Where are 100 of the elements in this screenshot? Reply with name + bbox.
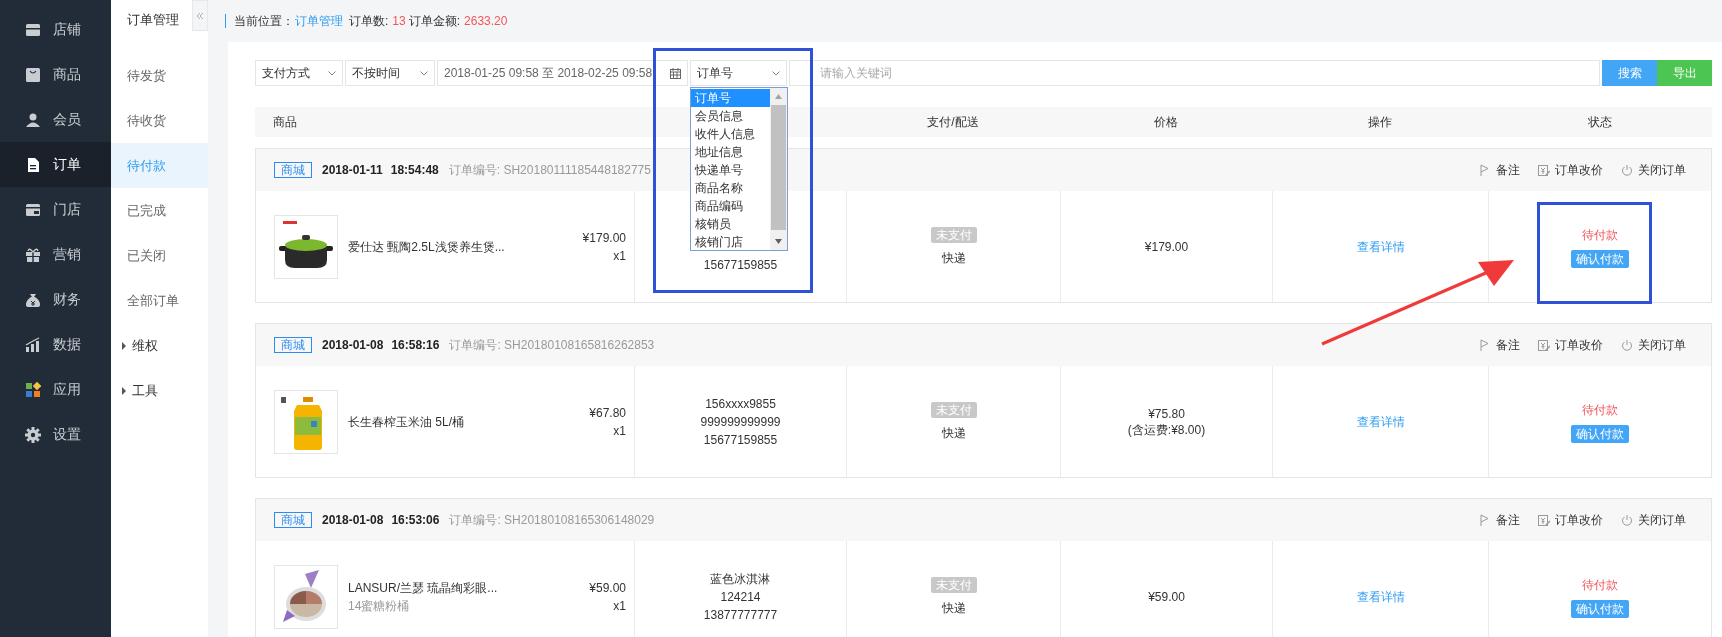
delivery-method: 快递 <box>941 424 966 442</box>
bag-icon <box>25 66 41 83</box>
stat-value: 2633.20 <box>464 13 508 30</box>
order-date: 2018-01-11 <box>322 162 383 179</box>
nav-item[interactable]: 会员 <box>0 97 111 142</box>
nav-item[interactable]: 商品 <box>0 52 111 97</box>
buyer-info: 999999999999 <box>700 413 781 431</box>
order-action[interactable]: 关闭订单 <box>1621 161 1686 179</box>
order-number: 订单编号: SH20180108165306148029 <box>449 512 655 529</box>
sidebar-group[interactable]: 工具 <box>111 368 208 413</box>
column-header: 操作 <box>1367 114 1393 131</box>
order-number: 订单编号: SH20180108165816262853 <box>449 337 655 354</box>
settings-icon <box>25 426 41 443</box>
stat-label: 订单数: <box>349 13 389 30</box>
sidebar-item[interactable]: 待收货 <box>111 98 208 143</box>
order-date: 2018-01-08 <box>322 337 384 354</box>
buyer-info: 15677159855 <box>703 431 778 449</box>
sidebar-item[interactable]: 已完成 <box>111 188 208 233</box>
nav-item[interactable]: 应用 <box>0 367 111 412</box>
quantity: x1 <box>613 597 626 615</box>
user-icon <box>25 111 41 128</box>
collapse-button[interactable] <box>192 0 208 31</box>
order-action[interactable]: 关闭订单 <box>1621 511 1686 529</box>
nav-item[interactable]: 店铺 <box>0 7 111 52</box>
buyer-info: 13877777777 <box>703 606 778 624</box>
price-edit-icon <box>1538 164 1550 176</box>
dropdown-option[interactable]: 快递单号 <box>691 161 770 179</box>
gift-icon <box>25 246 41 263</box>
order-action[interactable]: 关闭订单 <box>1621 336 1686 354</box>
power-icon <box>1621 164 1633 176</box>
sidebar-item[interactable]: 全部订单 <box>111 278 208 323</box>
quantity: x1 <box>613 247 626 265</box>
buyer-info: 124214 <box>720 588 761 606</box>
order-action[interactable]: 备注 <box>1479 161 1520 179</box>
sidebar-group[interactable]: 维权 <box>111 323 208 368</box>
dropdown-option[interactable]: 会员信息 <box>691 107 770 125</box>
flag-icon <box>1479 514 1491 526</box>
unit-price: ¥179.00 <box>582 229 626 247</box>
sidebar-item[interactable]: 待发货 <box>111 53 208 98</box>
buyer-info: 15677159855 <box>703 256 778 274</box>
caret-icon <box>121 386 127 395</box>
order-status: 待付款 <box>1582 401 1618 419</box>
chevron-down-icon <box>328 70 336 76</box>
column-header: 状态 <box>1587 114 1613 131</box>
app-grid-icon <box>25 381 41 398</box>
storefront-icon <box>25 201 41 218</box>
chevron-down-icon <box>420 70 428 76</box>
nav-item[interactable]: 营销 <box>0 232 111 277</box>
nav-item[interactable]: 门店 <box>0 187 111 232</box>
sidebar-item[interactable]: 已关闭 <box>111 233 208 278</box>
source-tag: 商城 <box>274 337 312 353</box>
sidebar-title: 订单管理 <box>126 11 180 29</box>
stat-value: 13 <box>392 13 406 30</box>
product-name: 爱仕达 甄陶2.5L浅煲养生煲... <box>348 238 506 256</box>
time-select[interactable]: 不按时间 <box>345 60 435 86</box>
delivery-method: 快递 <box>941 599 966 617</box>
chevrons-left-icon <box>196 11 204 20</box>
store-icon <box>25 21 41 38</box>
nav-item[interactable]: 财务 <box>0 277 111 322</box>
dropdown-option[interactable]: 核销门店 <box>691 233 770 251</box>
order-time: 18:54:48 <box>390 162 439 179</box>
price-edit-icon <box>1538 339 1550 351</box>
flag-icon <box>1479 164 1491 176</box>
price-edit-icon <box>1538 514 1550 526</box>
nav-item[interactable]: 订单 <box>0 142 111 187</box>
product-name: 长生春榨玉米油 5L/桶 <box>348 413 465 431</box>
order-time: 16:58:16 <box>391 337 440 354</box>
dropdown-option[interactable]: 商品名称 <box>691 179 770 197</box>
document-icon <box>25 156 41 173</box>
chevron-down-icon <box>772 70 780 76</box>
order-action[interactable]: 备注 <box>1479 336 1520 354</box>
bar-chart-icon <box>25 336 41 353</box>
power-icon <box>1621 514 1633 526</box>
order-action[interactable]: 备注 <box>1479 511 1520 529</box>
calendar-icon <box>670 67 681 79</box>
keyword-field[interactable]: 请输入关键词 <box>789 60 1600 86</box>
order-status: 待付款 <box>1582 226 1618 244</box>
order-action[interactable]: 订单改价 <box>1538 161 1603 179</box>
order-date: 2018-01-08 <box>322 512 384 529</box>
order-price: ¥59.00 <box>1148 588 1185 605</box>
buyer-info: 156xxxx9855 <box>705 395 776 413</box>
date-range-field[interactable]: 2018-01-25 09:58 至 2018-02-25 09:58 <box>437 60 688 86</box>
dropdown-option[interactable]: 商品编码 <box>691 197 770 215</box>
flag-icon <box>1479 339 1491 351</box>
dropdown-option[interactable]: 核销员 <box>691 215 770 233</box>
column-header: 价格 <box>1153 114 1179 131</box>
nav-item[interactable]: 设置 <box>0 412 111 457</box>
nav-item[interactable]: 数据 <box>0 322 111 367</box>
order-price: ¥75.80 <box>1148 405 1185 422</box>
payment-select[interactable]: 支付方式 <box>255 60 343 86</box>
order-action[interactable]: 订单改价 <box>1538 511 1603 529</box>
breadcrumb-label: 当前位置： <box>234 13 294 30</box>
dropdown-option[interactable]: 地址信息 <box>691 143 770 161</box>
caret-icon <box>121 341 127 350</box>
order-action[interactable]: 订单改价 <box>1538 336 1603 354</box>
search-type-select[interactable]: 订单号 <box>690 60 787 86</box>
order-status: 待付款 <box>1582 576 1618 594</box>
column-header: 支付/配送 <box>926 114 980 131</box>
dropdown-option[interactable]: 收件人信息 <box>691 125 770 143</box>
order-time: 16:53:06 <box>391 512 440 529</box>
